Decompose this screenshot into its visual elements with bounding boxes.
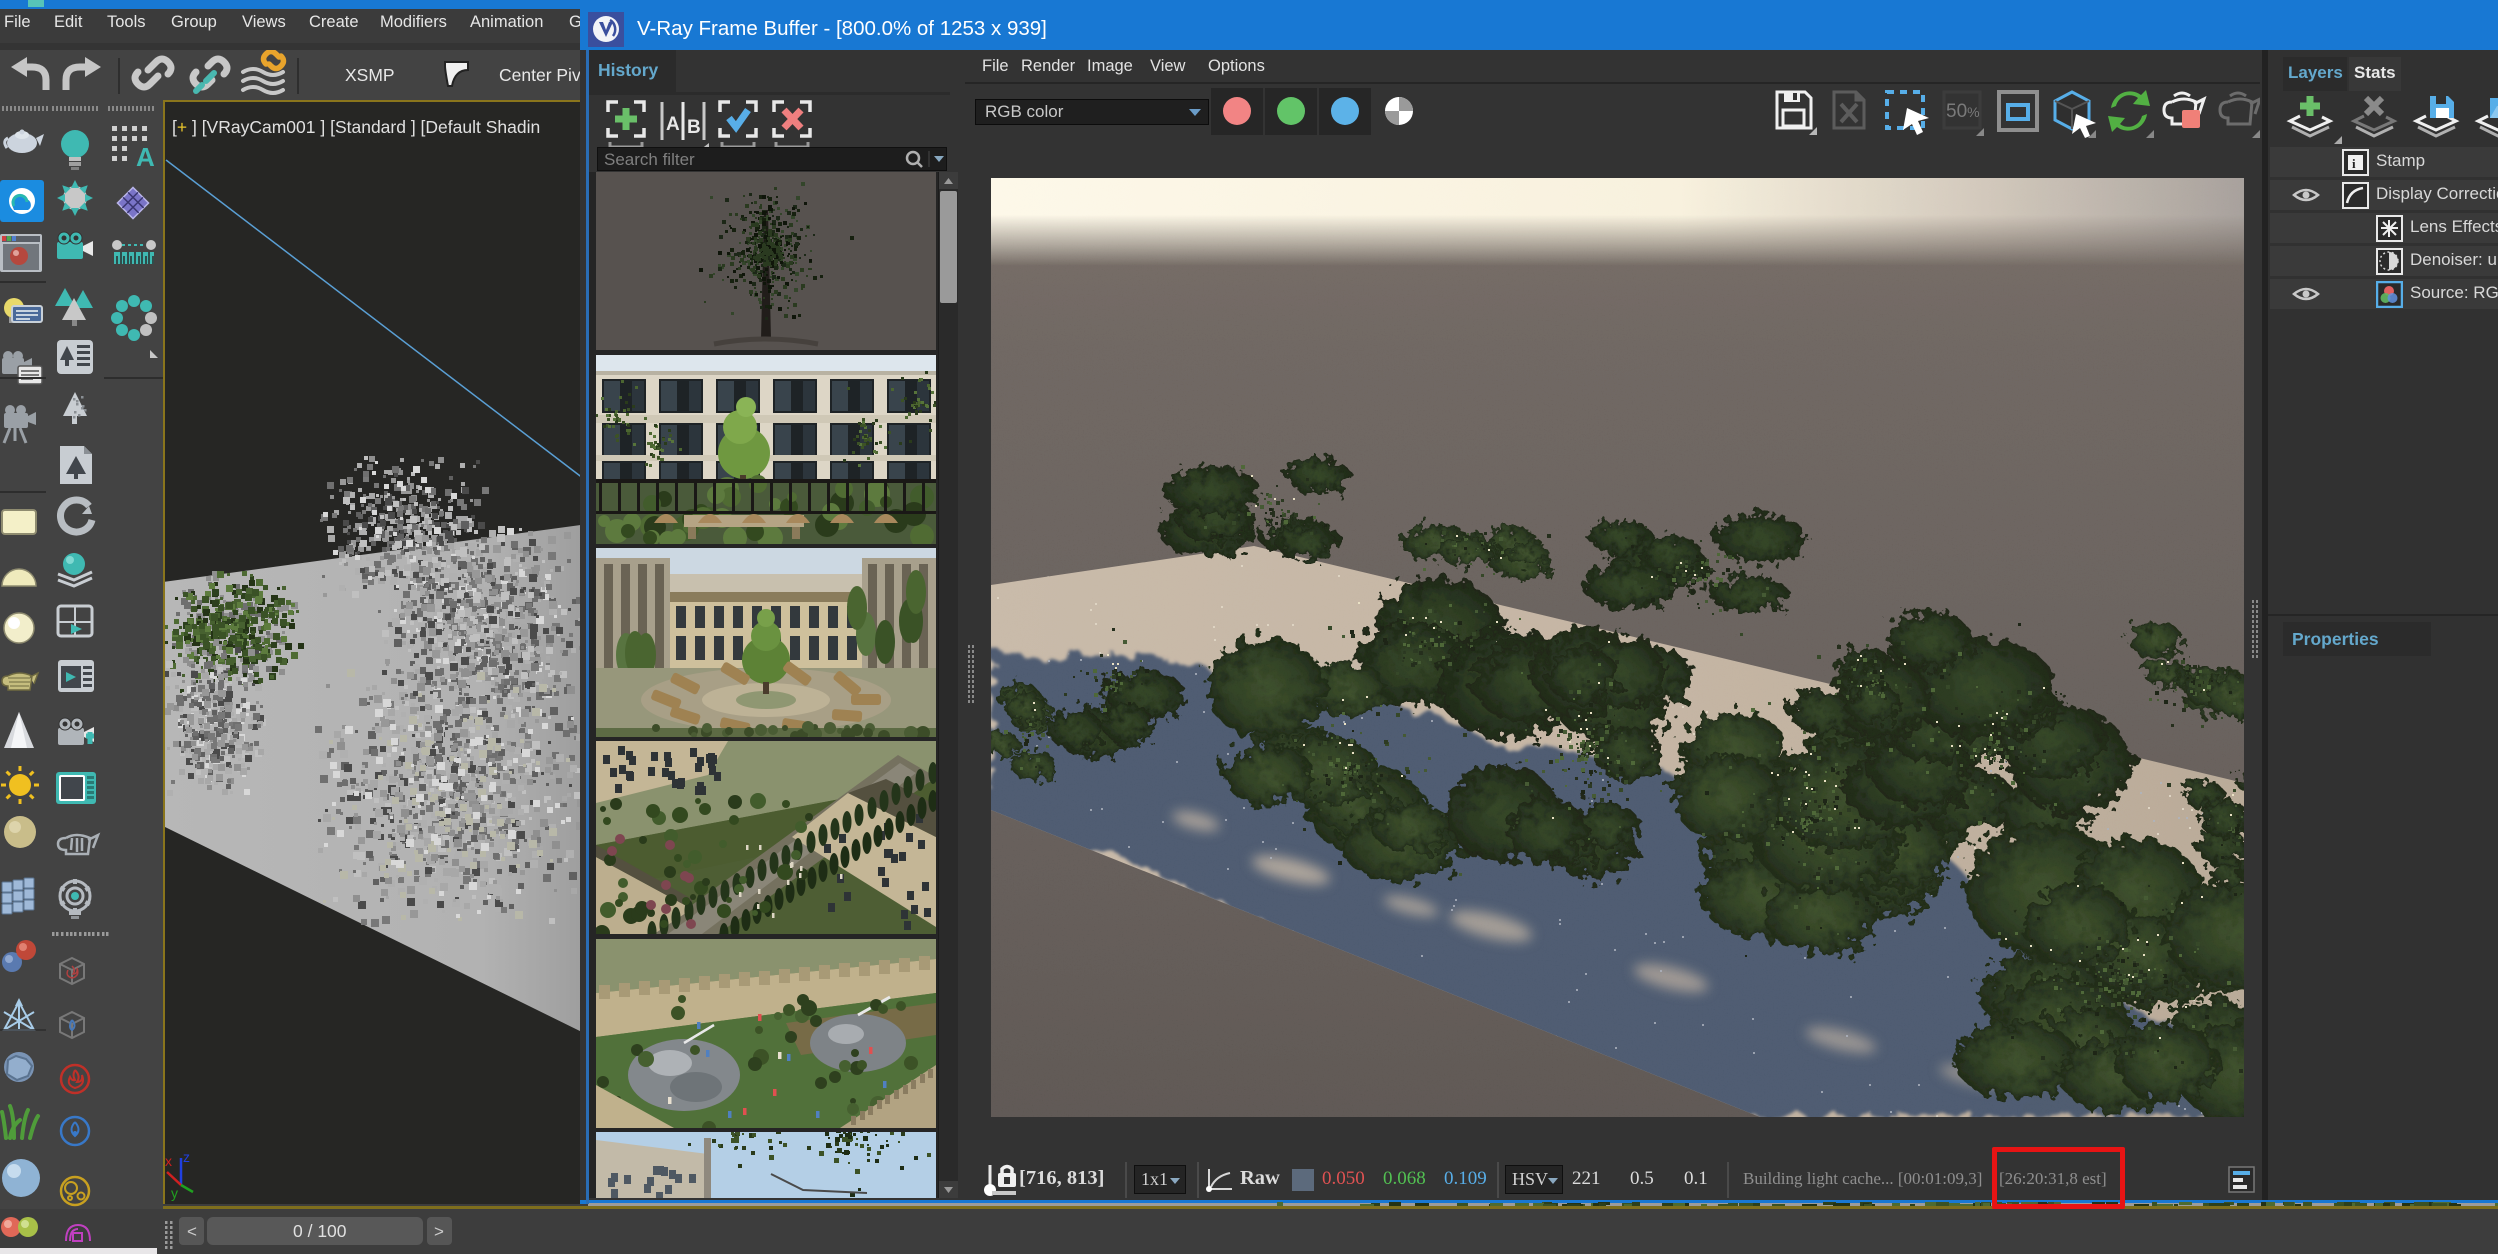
svg-text:0 / 100: 0 / 100 (293, 1221, 347, 1241)
svg-text:x: x (165, 1153, 172, 1169)
svg-text:A: A (666, 114, 680, 135)
svg-text:i: i (2352, 156, 2356, 171)
svg-text:B: B (687, 117, 701, 138)
svg-text:y: y (171, 1185, 178, 1201)
svg-text:[+ ] [VRayCam001 ] [Standard: [+ ] [VRayCam001 ] [Standard ] [Default … (172, 117, 540, 137)
svg-text:<: < (187, 1222, 197, 1241)
svg-text:>: > (434, 1222, 444, 1241)
svg-text:Center Pivo: Center Pivo (499, 65, 580, 85)
svg-text:z: z (183, 1149, 190, 1165)
svg-text:50%: 50% (1946, 101, 1980, 122)
svg-text:A: A (136, 142, 155, 172)
svg-text:XSMP: XSMP (345, 65, 395, 85)
